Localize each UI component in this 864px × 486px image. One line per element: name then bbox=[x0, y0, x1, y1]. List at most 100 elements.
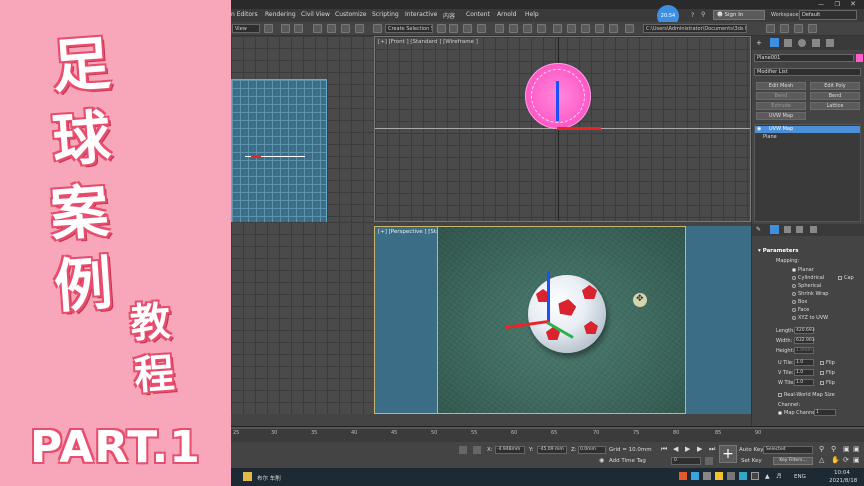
modifier-list-select[interactable]: Modifier List bbox=[754, 68, 861, 76]
minimize-icon[interactable]: — bbox=[818, 1, 824, 8]
next-frame-icon[interactable]: ▶ bbox=[697, 445, 702, 453]
tray-app-icon[interactable] bbox=[751, 472, 759, 480]
remove-modifier-icon[interactable] bbox=[796, 226, 803, 233]
snap-3d-icon[interactable] bbox=[313, 24, 322, 33]
viewport-left[interactable] bbox=[231, 222, 374, 414]
rotate-icon[interactable] bbox=[294, 24, 303, 33]
z-axis-gizmo[interactable] bbox=[547, 271, 550, 323]
edit-poly-button[interactable]: Edit Poly bbox=[810, 82, 860, 90]
help-icon[interactable]: ? bbox=[691, 12, 694, 19]
viewport-perspective[interactable]: [+] [Perspective ] [Standard ] [Default … bbox=[374, 226, 686, 414]
viewport-top[interactable] bbox=[231, 36, 374, 222]
menu-arnold[interactable]: Arnold bbox=[497, 11, 516, 18]
open-folder-icon[interactable] bbox=[625, 24, 634, 33]
menu-content[interactable]: Content bbox=[466, 11, 490, 18]
height-spinner[interactable]: 1.0mm bbox=[794, 347, 814, 354]
show-end-result-icon[interactable] bbox=[770, 225, 779, 234]
viewport-front-label[interactable]: [+] [Front ] [Standard ] [Wireframe ] bbox=[378, 39, 478, 45]
fov-icon[interactable]: △ bbox=[819, 456, 824, 464]
menu-editors[interactable]: n Editors bbox=[231, 11, 258, 18]
bend-button-disabled[interactable]: Bend bbox=[756, 92, 806, 100]
angle-snap-icon[interactable] bbox=[327, 24, 336, 33]
viewport-front[interactable]: [+] [Front ] [Standard ] [Wireframe ] bbox=[374, 36, 751, 222]
hierarchy-tab-icon[interactable] bbox=[784, 39, 792, 47]
mapping-xyz-radio[interactable]: XYZ to UVW bbox=[792, 315, 828, 321]
object-name-field[interactable]: Plane001 bbox=[754, 54, 854, 62]
create-tab-icon[interactable]: + bbox=[756, 39, 762, 47]
set-keys-button[interactable]: + bbox=[719, 445, 737, 463]
search-icon[interactable]: ⚲ bbox=[701, 11, 705, 18]
x-coord-field[interactable]: -4.948mm bbox=[495, 446, 525, 454]
selection-set-select[interactable]: Create Selection Set bbox=[385, 24, 433, 33]
mapping-planar-radio[interactable]: Planar bbox=[792, 267, 814, 273]
input-language[interactable]: ENG bbox=[794, 474, 806, 480]
object-color-swatch[interactable] bbox=[856, 54, 863, 62]
mirror-icon[interactable] bbox=[437, 24, 446, 33]
time-config-icon[interactable] bbox=[705, 457, 713, 465]
command-create-icon[interactable] bbox=[766, 24, 775, 33]
render-cloud-icon[interactable] bbox=[595, 24, 604, 33]
zoom-extents-icon[interactable]: ▣ bbox=[843, 445, 850, 453]
taskbar-app-label[interactable]: 布尔 车削 bbox=[257, 474, 281, 482]
layer-explorer-icon[interactable] bbox=[463, 24, 472, 33]
menu-rendering[interactable]: Rendering bbox=[265, 11, 296, 18]
tray-app-icon[interactable] bbox=[703, 472, 711, 480]
absolute-mode-icon[interactable] bbox=[473, 446, 481, 454]
extrude-button[interactable]: Extrude bbox=[756, 102, 806, 110]
mapping-spherical-radio[interactable]: Spherical bbox=[792, 283, 821, 289]
uvw-map-button[interactable]: UVW Map bbox=[756, 112, 806, 120]
current-frame-field[interactable]: 0 bbox=[671, 457, 701, 465]
spinner-snap-icon[interactable] bbox=[355, 24, 364, 33]
lattice-button[interactable]: Lattice bbox=[810, 102, 860, 110]
tray-app-icon[interactable] bbox=[715, 472, 723, 480]
material-editor-icon[interactable] bbox=[537, 24, 546, 33]
utilities-tab-icon[interactable] bbox=[826, 39, 834, 47]
timeline[interactable]: 25 30 35 40 45 50 55 60 65 70 75 80 85 9… bbox=[231, 426, 864, 442]
y-axis-gizmo[interactable] bbox=[556, 81, 559, 121]
add-time-tag-button[interactable]: Add Time Tag bbox=[609, 458, 646, 464]
workspaces-select[interactable]: Default bbox=[799, 10, 857, 20]
menu-help[interactable]: Help bbox=[525, 11, 539, 18]
command-modify-icon[interactable] bbox=[780, 24, 789, 33]
zoom-extents-all-icon[interactable]: ▣ bbox=[853, 445, 860, 453]
w-flip-checkbox[interactable]: Flip bbox=[820, 380, 835, 386]
x-axis-gizmo[interactable] bbox=[251, 155, 261, 158]
select-filter-icon[interactable] bbox=[264, 24, 273, 33]
tray-app-icon[interactable] bbox=[679, 472, 687, 480]
selection-lock-icon[interactable] bbox=[459, 446, 467, 454]
maximize-viewport-icon[interactable]: ▣ bbox=[853, 456, 860, 464]
menu-scripting[interactable]: Scripting bbox=[372, 11, 399, 18]
curve-editor-icon[interactable] bbox=[509, 24, 518, 33]
zoom-icon[interactable]: ⚲ bbox=[819, 445, 824, 453]
command-hierarchy-icon[interactable] bbox=[794, 24, 803, 33]
auto-key-button[interactable]: Auto Key bbox=[739, 447, 764, 453]
reference-coord-select[interactable]: View bbox=[232, 24, 260, 33]
render-icon[interactable] bbox=[581, 24, 590, 33]
play-icon[interactable]: ▶ bbox=[685, 445, 690, 453]
bend-button[interactable]: Bend bbox=[810, 92, 860, 100]
mapping-shrink-wrap-radio[interactable]: Shrink Wrap bbox=[792, 291, 828, 297]
zoom-all-icon[interactable]: ⚲ bbox=[831, 445, 836, 453]
render-setup-icon[interactable] bbox=[553, 24, 562, 33]
volume-icon[interactable]: ♬ bbox=[776, 473, 781, 480]
menu-civil-view[interactable]: Civil View bbox=[301, 11, 330, 18]
modify-tab-icon[interactable] bbox=[770, 38, 779, 47]
project-path-field[interactable]: C:\Users\Administrator\Documents\3ds Max… bbox=[643, 24, 747, 33]
menu-interactive[interactable]: Interactive bbox=[405, 11, 437, 18]
key-filters-button[interactable]: Key Filters... bbox=[773, 457, 813, 465]
map-channel-spinner[interactable]: 1 bbox=[814, 409, 836, 416]
y-coord-field[interactable]: -45.09 mm bbox=[537, 446, 567, 454]
display-tab-icon[interactable] bbox=[812, 39, 820, 47]
cap-checkbox[interactable]: Cap bbox=[838, 275, 854, 281]
mapping-cylindrical-radio[interactable]: Cylindrical bbox=[792, 275, 824, 281]
go-to-end-icon[interactable]: ⏭ bbox=[709, 445, 715, 454]
real-world-checkbox[interactable]: Real-World Map Size bbox=[778, 392, 835, 398]
previous-frame-icon[interactable]: ◀ bbox=[673, 445, 678, 453]
plane-top-view[interactable] bbox=[231, 79, 327, 222]
u-tile-spinner[interactable]: 1.0 bbox=[794, 359, 814, 366]
restore-icon[interactable]: ❐ bbox=[835, 1, 840, 8]
a360-icon[interactable] bbox=[609, 24, 618, 33]
sign-in-button[interactable]: ☻ Sign In bbox=[713, 10, 765, 20]
configure-sets-icon[interactable] bbox=[810, 226, 817, 233]
schematic-view-icon[interactable] bbox=[523, 24, 532, 33]
